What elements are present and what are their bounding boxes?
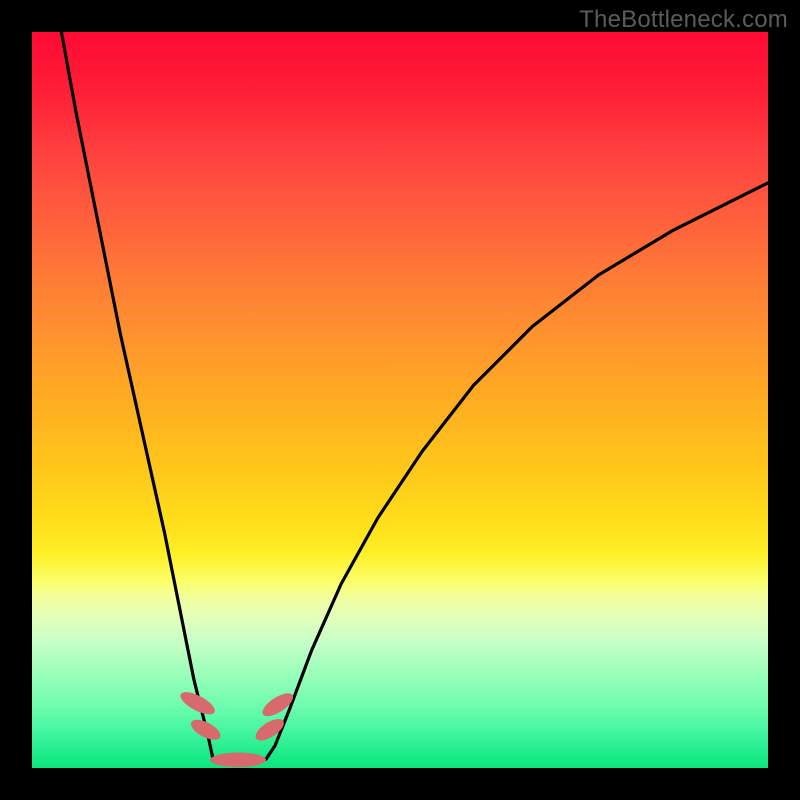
watermark-text: TheBottleneck.com xyxy=(579,6,788,34)
bottleneck-curve xyxy=(61,32,768,764)
curve-layer xyxy=(61,32,768,764)
left-bump-2 xyxy=(188,716,224,744)
chart-plot-area xyxy=(32,32,768,768)
floor-bump xyxy=(210,753,266,768)
chart-svg xyxy=(32,32,768,768)
marker-layer xyxy=(177,688,296,768)
page-frame: TheBottleneck.com xyxy=(0,0,800,800)
